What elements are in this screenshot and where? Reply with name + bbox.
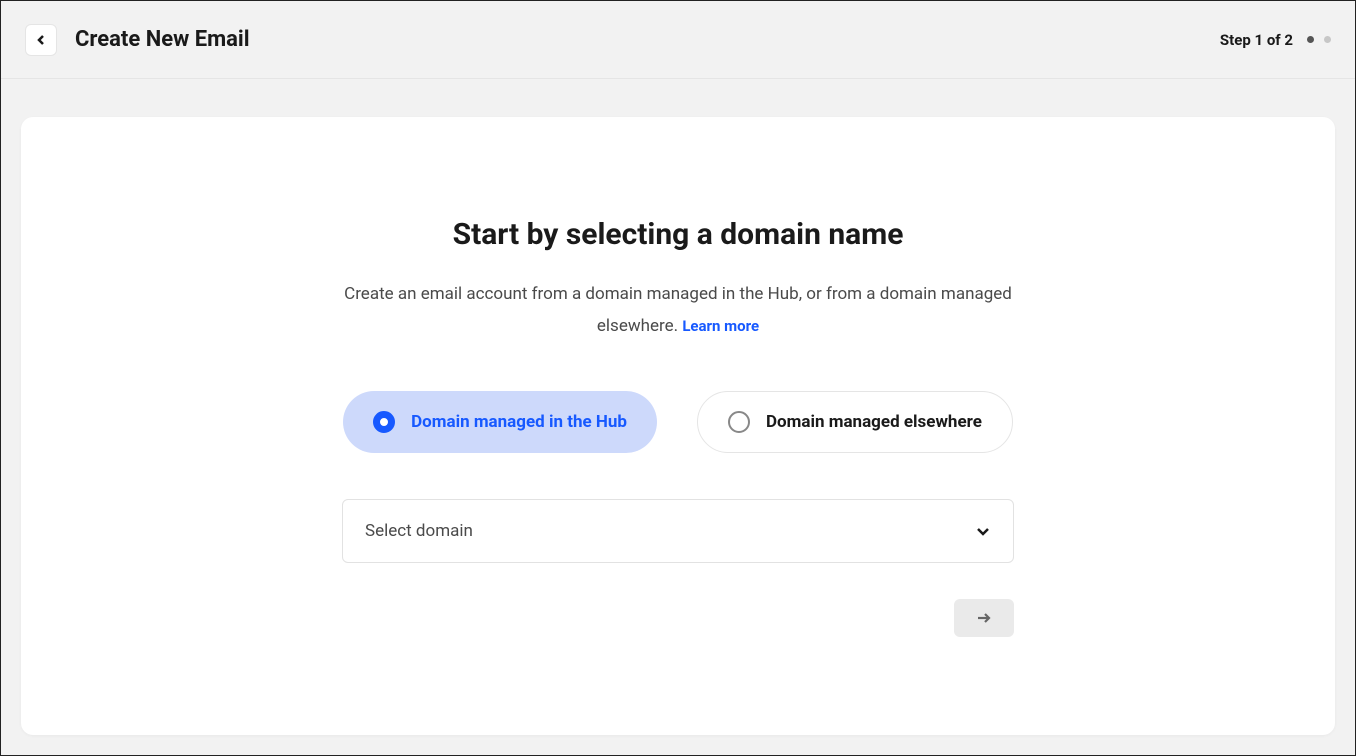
arrow-right-icon [976, 610, 992, 626]
chevron-down-icon [975, 523, 991, 539]
learn-more-link[interactable]: Learn more [682, 317, 759, 335]
chevron-left-icon [36, 35, 46, 45]
description-text: Create an email account from a domain ma… [344, 284, 1012, 336]
main-heading: Start by selecting a domain name [308, 217, 1048, 252]
option-domain-elsewhere-label: Domain managed elsewhere [766, 412, 982, 432]
step-indicator-label: Step 1 of 2 [1220, 31, 1293, 49]
option-domain-hub-label: Domain managed in the Hub [411, 412, 627, 432]
next-button[interactable] [954, 599, 1014, 637]
radio-unselected-icon [728, 411, 750, 433]
content-card: Start by selecting a domain name Create … [21, 117, 1335, 735]
option-domain-elsewhere[interactable]: Domain managed elsewhere [697, 391, 1013, 453]
option-domain-hub[interactable]: Domain managed in the Hub [343, 391, 657, 453]
domain-source-options: Domain managed in the Hub Domain managed… [308, 391, 1048, 453]
step-dot-1 [1307, 36, 1314, 43]
main-description: Create an email account from a domain ma… [308, 278, 1048, 343]
step-dot-2 [1324, 36, 1331, 43]
back-button[interactable] [25, 24, 57, 56]
page-title: Create New Email [75, 27, 250, 52]
step-dots [1307, 36, 1331, 43]
radio-selected-icon [373, 411, 395, 433]
page-header: Create New Email Step 1 of 2 [1, 1, 1355, 79]
select-domain-dropdown[interactable]: Select domain [342, 499, 1014, 563]
select-domain-placeholder: Select domain [365, 521, 473, 541]
